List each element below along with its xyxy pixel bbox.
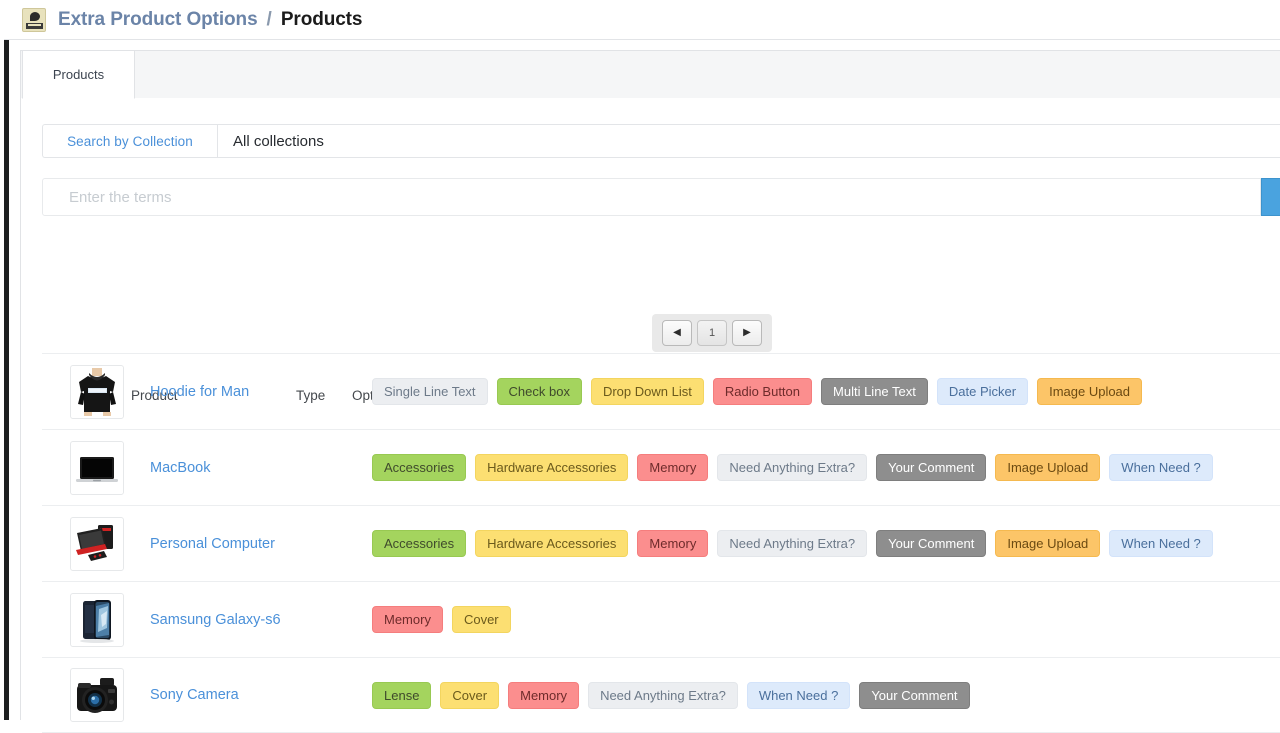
product-link[interactable]: Personal Computer (150, 536, 275, 552)
pagination-page-label: 1 (709, 327, 715, 339)
hoodie-thumbnail (70, 365, 124, 419)
option-tag[interactable]: Check box (497, 378, 582, 405)
product-link[interactable]: Sony Camera (150, 687, 239, 703)
pagination-page-1[interactable]: 1 (697, 320, 727, 346)
tab-bar-background (20, 50, 1280, 98)
options-cell: Accessories Hardware Accessories Memory … (372, 454, 1213, 481)
option-tag[interactable]: Cover (440, 682, 499, 709)
collection-filter-label: Search by Collection (42, 124, 217, 158)
option-tag[interactable]: Image Upload (1037, 378, 1142, 405)
search-button[interactable] (1261, 178, 1280, 216)
collection-select[interactable]: All collections (217, 124, 1280, 158)
chevron-left-icon: ◀ (673, 328, 681, 338)
product-link[interactable]: MacBook (150, 460, 210, 476)
option-tag[interactable]: Your Comment (859, 682, 969, 709)
table-row: Sony Camera Lense Cover Memory Need Anyt… (42, 657, 1280, 733)
option-tag[interactable]: Accessories (372, 530, 466, 557)
option-tag[interactable]: Multi Line Text (821, 378, 928, 405)
option-tag[interactable]: When Need ? (1109, 530, 1213, 557)
tab-bar: Products (10, 50, 1280, 98)
table-row: MacBook Accessories Hardware Accessories… (42, 429, 1280, 505)
pagination: ◀ 1 ▶ (652, 314, 772, 352)
sony-camera-thumbnail (70, 668, 124, 722)
option-tag[interactable]: Single Line Text (372, 378, 488, 405)
option-tag[interactable]: Radio Button (713, 378, 812, 405)
product-link[interactable]: Hoodie for Man (150, 384, 249, 400)
option-tag[interactable]: Date Picker (937, 378, 1028, 405)
option-tag[interactable]: Accessories (372, 454, 466, 481)
page-title: Products (281, 9, 363, 31)
option-tag[interactable]: Your Comment (876, 530, 986, 557)
options-cell: Memory Cover (372, 606, 511, 633)
option-tag[interactable]: Memory (372, 606, 443, 633)
chevron-right-icon: ▶ (743, 328, 751, 338)
personal-computer-thumbnail (70, 517, 124, 571)
option-tag[interactable]: Need Anything Extra? (717, 454, 867, 481)
table-row: Personal Computer Accessories Hardware A… (42, 505, 1280, 581)
options-cell: Accessories Hardware Accessories Memory … (372, 530, 1213, 557)
option-tag[interactable]: When Need ? (747, 682, 851, 709)
tab-products[interactable]: Products (22, 50, 135, 99)
collection-filter-group: Search by Collection All collections (42, 124, 1280, 158)
products-panel: Search by Collection All collections Ent… (20, 98, 1280, 720)
tab-products-label: Products (53, 67, 104, 82)
pagination-prev-button[interactable]: ◀ (662, 320, 692, 346)
option-tag[interactable]: Drop Down List (591, 378, 704, 405)
breadcrumb-parent-link[interactable]: Extra Product Options (58, 9, 258, 31)
option-tag[interactable]: Memory (508, 682, 579, 709)
extra-product-options-icon (22, 8, 46, 32)
option-tag[interactable]: Your Comment (876, 454, 986, 481)
option-tag[interactable]: Memory (637, 530, 708, 557)
options-cell: Single Line Text Check box Drop Down Lis… (372, 378, 1142, 405)
macbook-thumbnail (70, 441, 124, 495)
options-cell: Lense Cover Memory Need Anything Extra? … (372, 682, 970, 709)
table-row: Hoodie for Man Single Line Text Check bo… (42, 353, 1280, 429)
search-input[interactable]: Enter the terms (42, 178, 1261, 216)
left-nav-rail (4, 40, 9, 720)
app-header: Extra Product Options / Products (0, 0, 1280, 40)
option-tag[interactable]: When Need ? (1109, 454, 1213, 481)
product-link[interactable]: Samsung Galaxy-s6 (150, 612, 281, 628)
option-tag[interactable]: Lense (372, 682, 431, 709)
pagination-next-button[interactable]: ▶ (732, 320, 762, 346)
option-tag[interactable]: Need Anything Extra? (717, 530, 867, 557)
option-tag[interactable]: Hardware Accessories (475, 530, 628, 557)
option-tag[interactable]: Image Upload (995, 454, 1100, 481)
option-tag[interactable]: Image Upload (995, 530, 1100, 557)
samsung-galaxy-s6-thumbnail (70, 593, 124, 647)
option-tag[interactable]: Hardware Accessories (475, 454, 628, 481)
option-tag[interactable]: Memory (637, 454, 708, 481)
option-tag[interactable]: Need Anything Extra? (588, 682, 738, 709)
breadcrumb-separator: / (267, 9, 272, 31)
table-row: Samsung Galaxy-s6 Memory Cover (42, 581, 1280, 657)
search-row: Enter the terms (42, 178, 1280, 216)
option-tag[interactable]: Cover (452, 606, 511, 633)
